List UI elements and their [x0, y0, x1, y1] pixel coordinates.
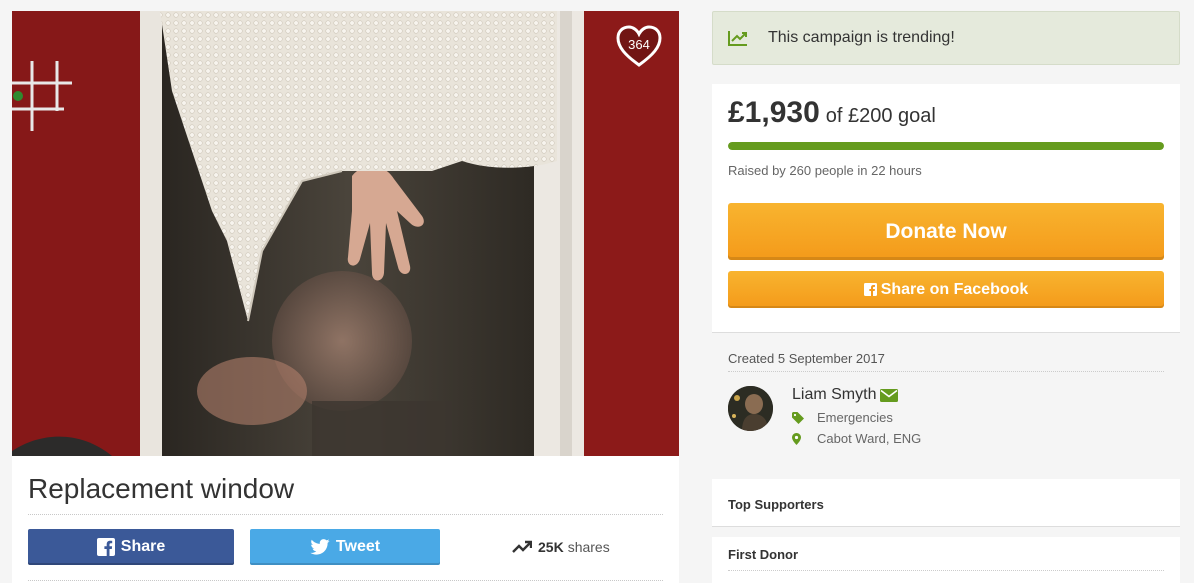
trending-banner: This campaign is trending!	[712, 11, 1180, 65]
trending-arrow-icon	[512, 540, 532, 553]
organizer-name-text: Liam Smyth	[792, 386, 877, 403]
location-pin-icon	[792, 432, 817, 445]
avatar[interactable]	[728, 386, 773, 431]
facebook-share-button[interactable]: Share	[28, 529, 234, 565]
organizer-info: Liam Smyth Emergencies Cabot Ward, ENG	[728, 386, 1164, 456]
raised-by-text: Raised by 260 people in 22 hours	[728, 163, 922, 178]
created-date: Created 5 September 2017	[728, 351, 885, 366]
tag-icon	[792, 411, 817, 424]
divider	[28, 514, 663, 515]
campaign-title: Replacement window	[28, 473, 295, 504]
social-share-row: Share Tweet 25K shares	[28, 529, 663, 565]
location-text: Cabot Ward, ENG	[817, 431, 922, 446]
category-link[interactable]: Emergencies	[817, 410, 893, 425]
first-donor-panel: First Donor	[712, 537, 1180, 583]
donation-card: £1,930 of £200 goal Raised by 260 people…	[712, 84, 1180, 333]
mail-icon[interactable]	[880, 388, 899, 402]
location-row: Cabot Ward, ENG	[792, 431, 921, 446]
twitter-bird-icon	[310, 539, 330, 555]
campaign-image: 364	[12, 11, 679, 456]
goal-text: of £200 goal	[825, 105, 936, 127]
divider	[728, 371, 1164, 372]
trending-chart-icon	[728, 30, 748, 46]
trending-text: This campaign is trending!	[768, 29, 955, 46]
facebook-share-label: Share	[120, 538, 166, 555]
heart-count: 364	[628, 37, 650, 52]
tweet-label: Tweet	[335, 538, 381, 555]
category-row: Emergencies	[792, 410, 893, 425]
progress-bar	[728, 142, 1164, 150]
divider	[28, 580, 663, 581]
organizer-name[interactable]: Liam Smyth	[792, 386, 899, 404]
donate-now-button[interactable]: Donate Now	[728, 203, 1164, 260]
facebook-icon	[96, 538, 115, 556]
campaign-header-card: Replacement window Share Tweet 25K share…	[12, 456, 679, 583]
top-supporters-title: Top Supporters	[728, 497, 824, 512]
share-count-label: shares	[567, 539, 610, 555]
favorite-heart-button[interactable]: 364	[615, 25, 663, 69]
progress-fill	[728, 142, 1164, 150]
share-on-facebook-label: Share on Facebook	[880, 280, 1029, 298]
amount-value: £1,930	[728, 96, 820, 129]
tweet-button[interactable]: Tweet	[250, 529, 440, 565]
share-count: 25K shares	[512, 529, 610, 565]
facebook-icon	[863, 283, 877, 296]
divider	[728, 570, 1164, 571]
share-count-value: 25K	[538, 539, 564, 555]
first-donor-title: First Donor	[728, 547, 799, 562]
campaign-photo	[12, 11, 679, 456]
amount-raised: £1,930 of £200 goal	[728, 96, 936, 130]
share-on-facebook-button[interactable]: Share on Facebook	[728, 271, 1164, 308]
top-supporters-panel: Top Supporters	[712, 479, 1180, 527]
